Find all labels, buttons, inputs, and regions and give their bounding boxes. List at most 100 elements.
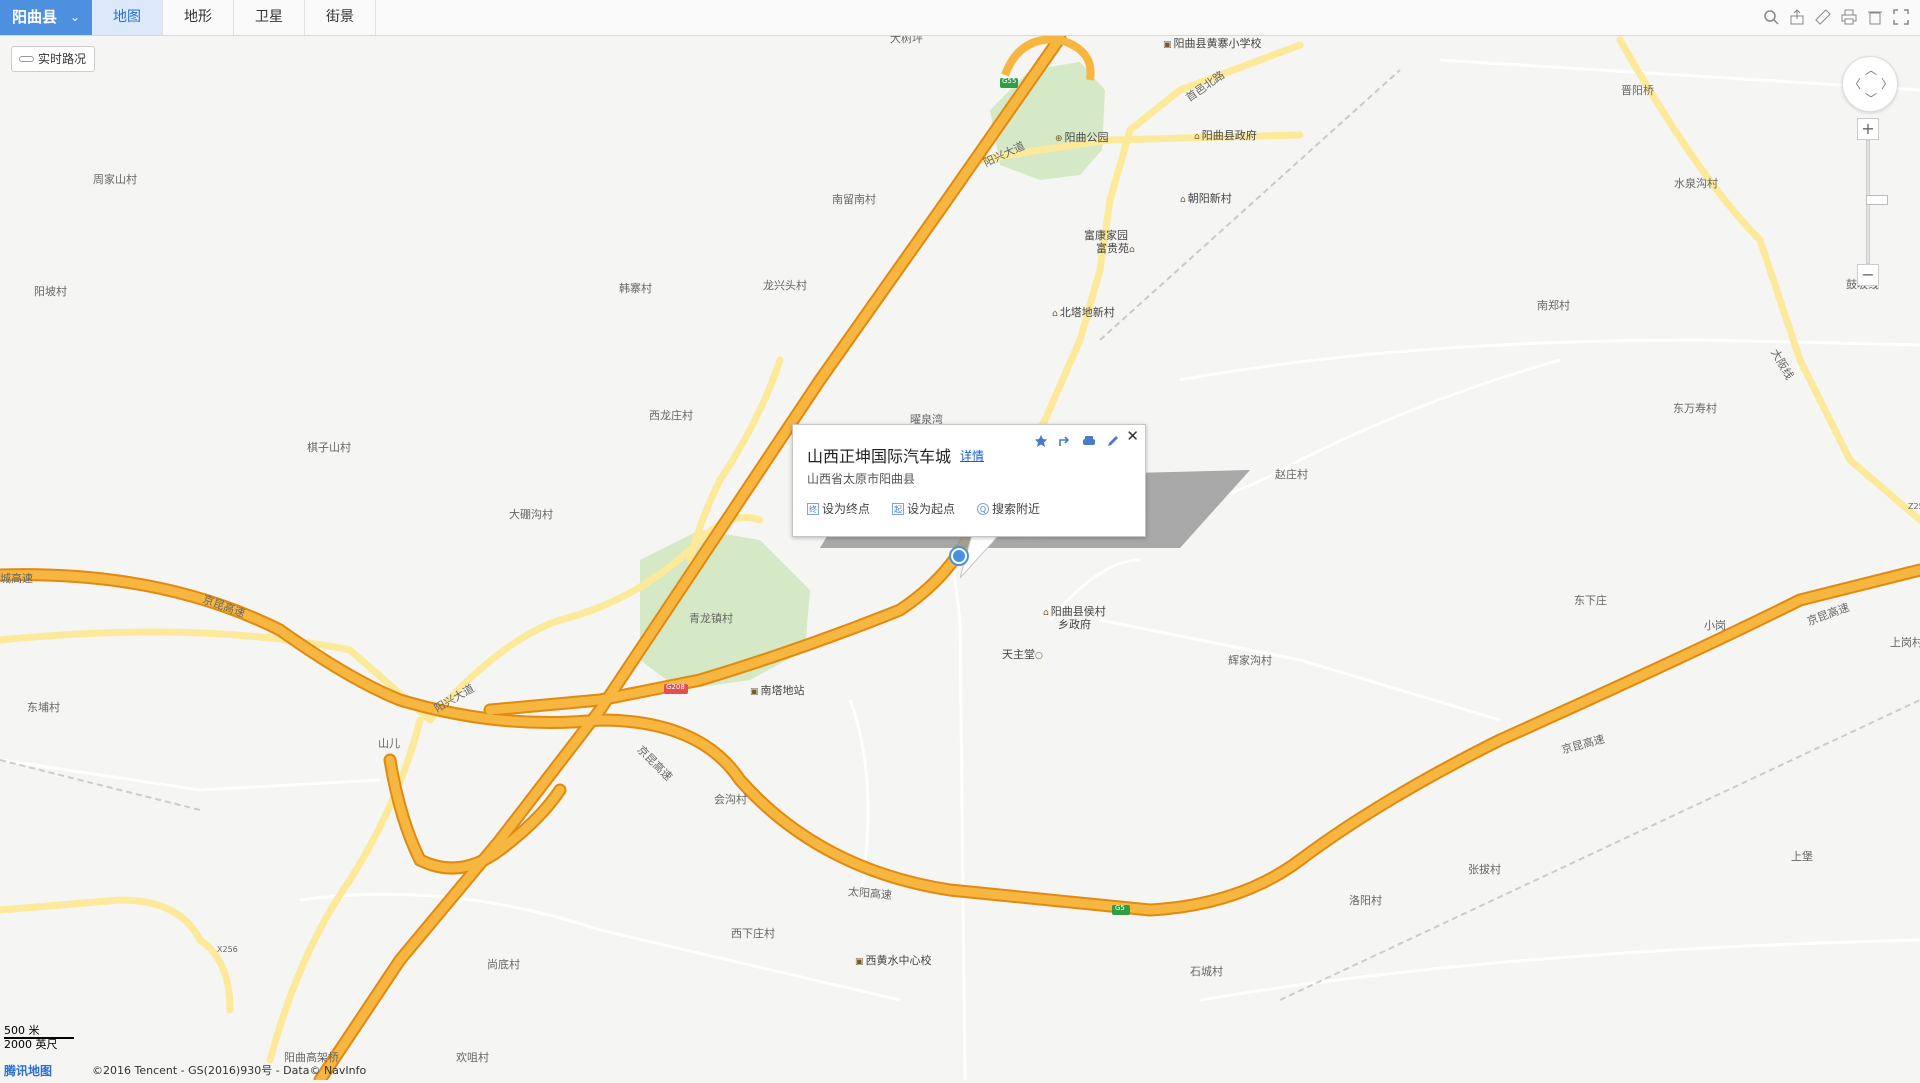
- popup-actions: 终 设为终点 起 设为起点 Q 搜索附近: [807, 500, 1040, 517]
- road-label: X256: [217, 945, 238, 954]
- poi-label[interactable]: ⊕ 阳曲公园: [1055, 129, 1109, 145]
- place-label: 青龙镇村: [689, 612, 733, 625]
- park-icon: ⊕: [1055, 134, 1063, 144]
- place-label: 晋阳桥: [1621, 84, 1654, 97]
- place-label: 尚底村: [487, 958, 520, 971]
- pan-up-icon[interactable]: ︿: [1865, 61, 1877, 78]
- railway: [1099, 69, 1401, 341]
- place-label: 大硼沟村: [509, 508, 553, 521]
- place-label: 上堡: [1791, 850, 1813, 863]
- place-label: 西龙庄村: [649, 409, 693, 422]
- realtime-traffic-button[interactable]: 实时路况: [11, 46, 96, 72]
- tab-map[interactable]: 地图: [92, 0, 163, 35]
- popup-title: 山西正坤国际汽车城: [807, 447, 952, 466]
- tencent-map-logo[interactable]: 腾讯地图: [4, 1062, 52, 1080]
- car-icon[interactable]: [1081, 433, 1096, 448]
- zoom-slider-thumb[interactable]: [1866, 195, 1888, 205]
- tab-street-view[interactable]: 街景: [305, 0, 376, 35]
- traffic-label: 实时路况: [38, 52, 87, 66]
- location-marker[interactable]: [951, 548, 967, 564]
- popup-icon-row: [1033, 433, 1120, 448]
- pan-control[interactable]: ︿ ﹀ 〈 〉: [1842, 56, 1898, 112]
- copyright-text: ©2016 Tencent - GS(2016)930号 - Data© Nav…: [92, 1064, 367, 1077]
- scale-bar: [4, 1037, 74, 1039]
- poi-label[interactable]: ▣ 西黄水中心校: [855, 952, 932, 968]
- popup-address: 山西省太原市阳曲县: [807, 472, 916, 486]
- shield-g208: G208: [666, 683, 685, 691]
- search-nearby-button[interactable]: Q 搜索附近: [977, 500, 1040, 517]
- poi-label[interactable]: ⌂ 阳曲县政府: [1194, 127, 1257, 143]
- place-label: 洛阳村: [1349, 894, 1382, 907]
- place-label: 小岗: [1704, 619, 1726, 632]
- poi-label[interactable]: 富贵苑 ⌂: [1096, 240, 1137, 256]
- print-icon[interactable]: [1840, 8, 1858, 26]
- residence-icon: ⌂: [1052, 309, 1058, 319]
- place-label: 会沟村: [714, 793, 747, 806]
- place-label: 周家山村: [93, 173, 137, 186]
- zoom-out-button[interactable]: −: [1857, 264, 1879, 286]
- top-toolbar: 阳曲县 ⌄ 地图 地形 卫星 街景: [0, 0, 1920, 36]
- tab-satellite[interactable]: 卫星: [234, 0, 305, 35]
- place-label: 西下庄村: [731, 927, 775, 940]
- pan-right-icon[interactable]: 〉: [1881, 75, 1893, 92]
- poi-label[interactable]: ▣ 阳曲县黄寨小学校: [1163, 35, 1262, 51]
- scale-imperial: 2000 英尺: [4, 1038, 58, 1051]
- toolbar-tools: [1762, 8, 1910, 26]
- edit-icon[interactable]: [1105, 433, 1120, 448]
- place-label: 韩寨村: [619, 282, 652, 295]
- traffic-icon: [19, 56, 34, 62]
- place-label: 石城村: [1190, 965, 1223, 978]
- map-footer: 腾讯地图 ©2016 Tencent - GS(2016)930号 - Data…: [0, 1062, 420, 1080]
- road-label: Z25: [1908, 502, 1920, 511]
- share-icon[interactable]: [1057, 433, 1072, 448]
- share-icon[interactable]: [1788, 8, 1806, 26]
- zoom-slider-track[interactable]: [1866, 140, 1888, 264]
- zoom-control: + −: [1857, 118, 1888, 286]
- pan-down-icon[interactable]: ﹀: [1865, 90, 1877, 107]
- zoom-in-button[interactable]: +: [1857, 118, 1879, 140]
- place-label: 南留南村: [832, 193, 876, 206]
- place-label: 水泉沟村: [1674, 177, 1718, 190]
- close-icon[interactable]: ✕: [1126, 427, 1139, 445]
- poi-label[interactable]: ▣ 南塔地站: [750, 682, 805, 698]
- place-label: 龙兴头村: [763, 279, 807, 292]
- government-icon: ⌂: [1194, 132, 1200, 142]
- set-destination-button[interactable]: 终 设为终点: [807, 500, 870, 517]
- place-label: 东万寿村: [1673, 402, 1717, 415]
- popup-tail: [960, 534, 1001, 579]
- clear-icon[interactable]: [1866, 8, 1884, 26]
- place-label: 东埔村: [27, 701, 60, 714]
- region-label: 阳曲县: [12, 8, 58, 26]
- star-icon[interactable]: [1033, 433, 1048, 448]
- road-label: 城高速: [0, 572, 33, 585]
- search-nearby-icon: Q: [977, 502, 990, 515]
- ruler-icon[interactable]: [1814, 8, 1832, 26]
- fullscreen-icon[interactable]: [1892, 8, 1910, 26]
- place-label: 东下庄: [1574, 594, 1607, 607]
- place-label: 南郑村: [1537, 299, 1570, 312]
- pan-left-icon[interactable]: 〈: [1849, 75, 1861, 92]
- church-icon: ○: [1035, 651, 1043, 661]
- region-selector-button[interactable]: 阳曲县 ⌄: [0, 0, 92, 35]
- bus-stop-icon: ▣: [750, 687, 759, 697]
- search-icon[interactable]: [1762, 8, 1780, 26]
- map-scale: 500 米 2000 英尺: [4, 1024, 74, 1051]
- place-label: 山儿: [378, 737, 400, 750]
- shield-g5: G5: [1115, 904, 1125, 912]
- poi-label[interactable]: 乡政府: [1058, 616, 1091, 632]
- popup-detail-link[interactable]: 详情: [960, 447, 984, 464]
- poi-label[interactable]: ⌂ 朝阳新村: [1180, 190, 1232, 206]
- place-label: 棋子山村: [307, 441, 351, 454]
- place-label: 赵庄村: [1275, 468, 1308, 481]
- place-info-popup: 山西正坤国际汽车城 详情 山西省太原市阳曲县 ✕ 终 设为终点 起 设为起点 Q…: [792, 424, 1146, 537]
- government-icon: ⌂: [1043, 608, 1049, 618]
- place-label: 辉家沟村: [1228, 654, 1272, 667]
- chevron-down-icon: ⌄: [69, 10, 80, 24]
- set-origin-button[interactable]: 起 设为起点: [892, 500, 955, 517]
- residence-icon: ⌂: [1129, 245, 1135, 255]
- shield-g55: G55: [1002, 77, 1017, 85]
- poi-label[interactable]: ⌂ 北塔地新村: [1052, 304, 1115, 320]
- tab-terrain[interactable]: 地形: [163, 0, 234, 35]
- poi-label[interactable]: 天主堂 ○: [1002, 646, 1045, 662]
- destination-icon: 终: [807, 502, 819, 515]
